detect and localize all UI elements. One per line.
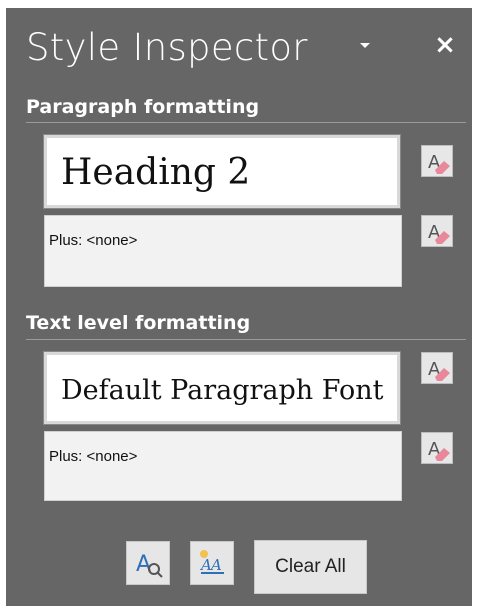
pane-options-dropdown[interactable]	[355, 38, 375, 54]
text-level-formatting-header: Text level formatting	[26, 312, 251, 334]
paragraph-direct-formatting-box[interactable]: Plus: <none>	[44, 215, 402, 287]
divider	[26, 339, 466, 340]
new-style-icon: A A	[199, 550, 224, 574]
svg-text:A: A	[136, 552, 151, 577]
eraser-icon: A	[428, 439, 450, 461]
reveal-formatting-button[interactable]: A	[126, 541, 170, 585]
character-plus-text: Plus: <none>	[49, 448, 138, 465]
svg-text:A: A	[209, 556, 222, 574]
close-button[interactable]: ×	[430, 30, 460, 60]
reset-character-style-button[interactable]: A	[421, 352, 453, 384]
eraser-icon: A	[428, 152, 450, 174]
paragraph-plus-text: Plus: <none>	[49, 232, 138, 249]
clear-paragraph-formatting-button[interactable]: A	[421, 215, 453, 247]
clear-character-formatting-button[interactable]: A	[421, 432, 453, 464]
character-style-name: Default Paragraph Font	[61, 375, 384, 406]
paragraph-style-box[interactable]: Heading 2	[43, 134, 401, 209]
reset-paragraph-style-button[interactable]: A	[421, 145, 453, 177]
character-style-box[interactable]: Default Paragraph Font	[43, 351, 401, 425]
clear-all-button[interactable]: Clear All	[254, 540, 367, 594]
new-style-button[interactable]: A A	[190, 541, 234, 585]
style-inspector-pane: Style Inspector × Paragraph formatting H…	[6, 8, 472, 606]
reveal-formatting-icon: A	[136, 552, 163, 578]
paragraph-style-name: Heading 2	[61, 152, 251, 193]
paragraph-formatting-header: Paragraph formatting	[26, 96, 260, 118]
divider	[26, 122, 466, 123]
pane-title: Style Inspector	[26, 26, 308, 69]
eraser-icon: A	[428, 222, 450, 244]
character-direct-formatting-box[interactable]: Plus: <none>	[44, 431, 402, 501]
eraser-icon: A	[428, 359, 450, 381]
